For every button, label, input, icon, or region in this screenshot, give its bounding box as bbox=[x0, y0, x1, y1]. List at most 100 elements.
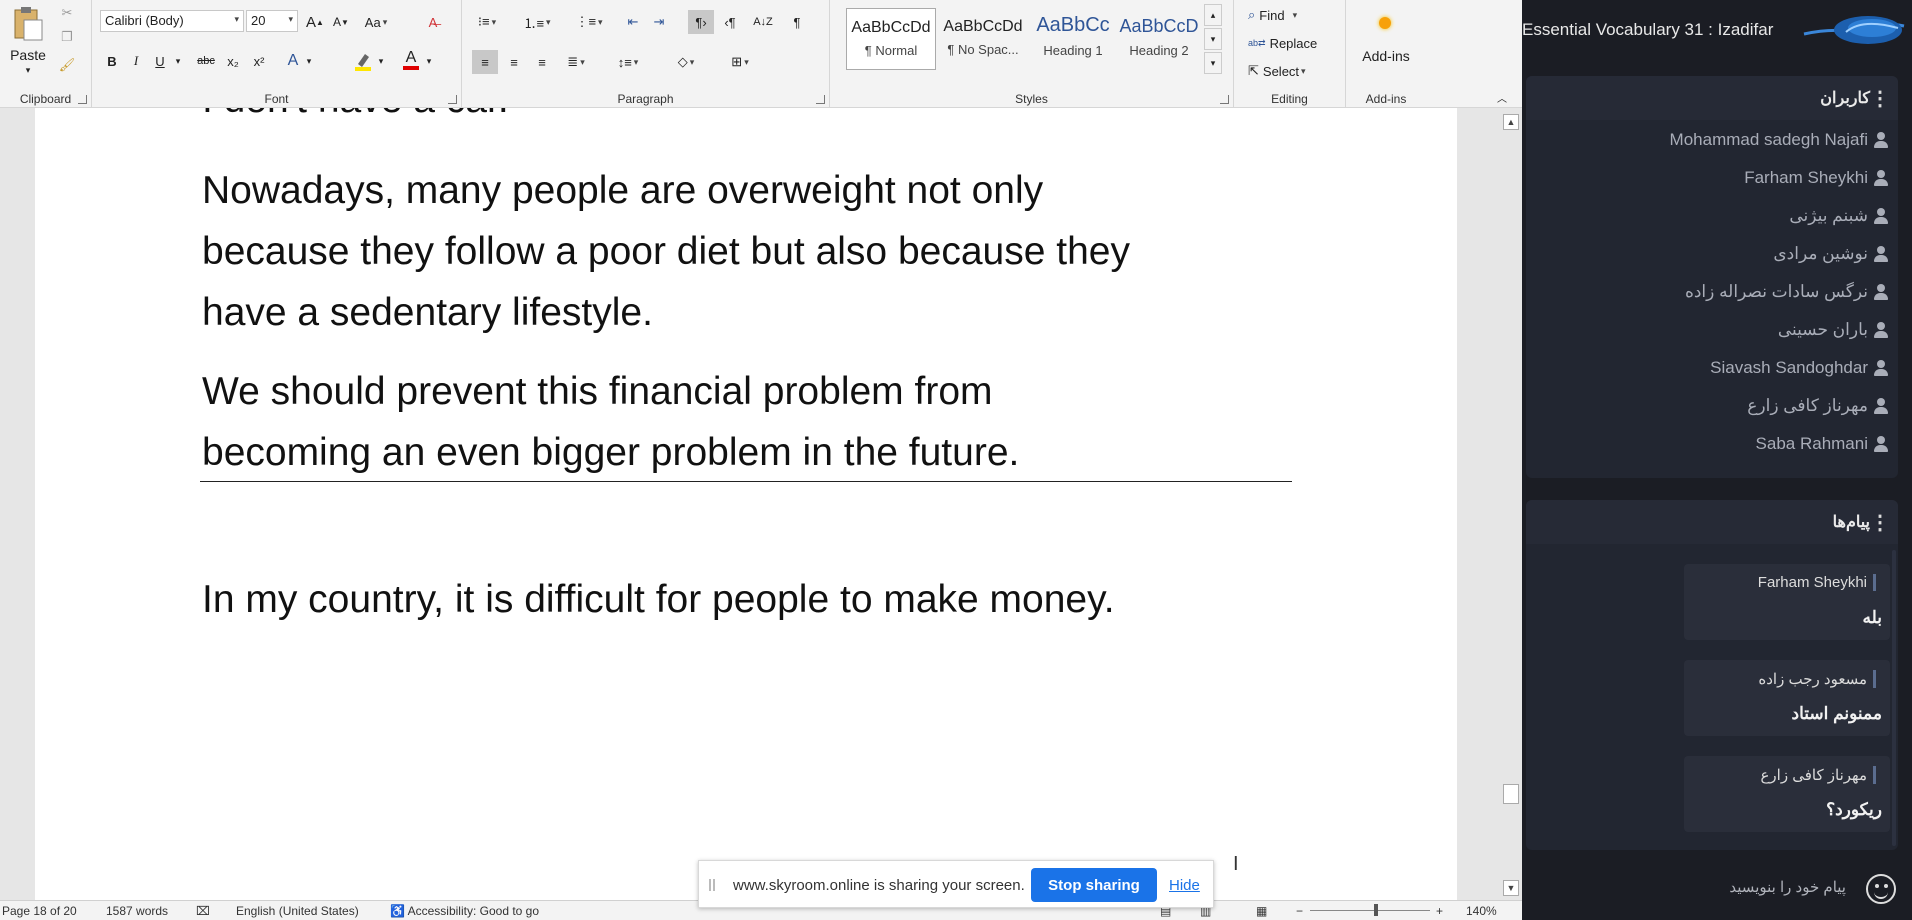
highlight-dropdown-icon[interactable]: ▾ bbox=[376, 50, 386, 72]
numbering-icon[interactable]: ⒈≡ ▾ bbox=[522, 12, 552, 32]
strikethrough-button[interactable]: abc bbox=[192, 50, 220, 72]
align-right-icon[interactable]: ≡ bbox=[530, 50, 554, 74]
accessibility-status[interactable]: ♿ Accessibility: Good to go bbox=[390, 904, 539, 918]
user-item[interactable]: شبنم بیژنی bbox=[1789, 204, 1888, 228]
kebab-menu-icon[interactable]: ⋮ bbox=[1870, 86, 1890, 111]
user-item[interactable]: باران حسینی bbox=[1778, 318, 1888, 342]
page-count[interactable]: Page 18 of 20 bbox=[2, 904, 77, 918]
font-size-dropdown[interactable]: 20 ▾ bbox=[246, 10, 298, 32]
borders-icon[interactable]: ⊞ ▾ bbox=[720, 50, 760, 74]
copy-icon[interactable]: ❐ bbox=[58, 28, 76, 46]
user-item[interactable]: Saba Rahmani bbox=[1756, 432, 1888, 456]
styles-scroll-down-icon[interactable]: ▾ bbox=[1204, 28, 1222, 50]
italic-button[interactable]: I bbox=[126, 50, 146, 72]
zoom-slider-thumb[interactable] bbox=[1374, 904, 1378, 916]
user-item[interactable]: Mohammad sadegh Najafi bbox=[1670, 128, 1888, 152]
replace-button[interactable]: ab⇄ Replace bbox=[1248, 32, 1338, 54]
web-layout-icon[interactable]: ▦ bbox=[1256, 904, 1267, 918]
cut-icon[interactable]: ✂ bbox=[58, 4, 76, 22]
highlight-button[interactable] bbox=[352, 50, 374, 72]
shading-icon[interactable]: ◇ ▾ bbox=[668, 50, 704, 74]
underline-button[interactable]: U bbox=[150, 50, 170, 72]
hide-link[interactable]: Hide bbox=[1169, 877, 1200, 894]
paste-button[interactable] bbox=[8, 4, 48, 44]
styles-more-icon[interactable]: ▾ bbox=[1204, 52, 1222, 74]
clipboard-launcher-icon[interactable] bbox=[78, 95, 87, 104]
font-color-bar bbox=[403, 66, 419, 70]
subscript-button[interactable]: x₂ bbox=[222, 50, 244, 72]
style-name: ¶ Normal bbox=[864, 43, 918, 58]
format-painter-icon[interactable]: 🖌 bbox=[58, 56, 76, 74]
user-icon bbox=[1874, 132, 1888, 148]
find-label: Find bbox=[1259, 7, 1285, 23]
font-color-dropdown-icon[interactable]: ▾ bbox=[424, 50, 434, 72]
styles-scroll-up-icon[interactable]: ▴ bbox=[1204, 4, 1222, 26]
paragraph-launcher-icon[interactable] bbox=[816, 95, 825, 104]
paste-dropdown-icon[interactable]: ▾ bbox=[22, 64, 34, 76]
font-name-dropdown[interactable]: Calibri (Body) ▾ bbox=[100, 10, 244, 32]
change-case-button[interactable]: Aa ▾ bbox=[358, 12, 394, 32]
bold-button[interactable]: B bbox=[102, 50, 122, 72]
kebab-menu-icon[interactable]: ⋮ bbox=[1870, 510, 1890, 535]
line-spacing-icon[interactable]: ↕≡ ▾ bbox=[610, 50, 646, 74]
zoom-slider[interactable] bbox=[1310, 910, 1430, 911]
align-center-icon[interactable]: ≡ bbox=[502, 50, 526, 74]
show-marks-button[interactable]: ¶ bbox=[786, 12, 808, 32]
addins-icon[interactable] bbox=[1374, 12, 1396, 34]
style-no-spacing[interactable]: AaBbCcDd ¶ No Spac... bbox=[938, 8, 1028, 70]
room-title: Essential Vocabulary 31 : Izadifar bbox=[1522, 20, 1774, 39]
skyroom-logo-icon bbox=[1803, 16, 1905, 44]
emoji-icon[interactable] bbox=[1866, 874, 1896, 904]
scroll-down-icon[interactable]: ▼ bbox=[1503, 880, 1519, 896]
user-item[interactable]: Farham Sheykhi bbox=[1744, 166, 1888, 190]
styles-launcher-icon[interactable] bbox=[1220, 95, 1229, 104]
ltr-direction-icon[interactable]: ¶› bbox=[688, 10, 714, 34]
bullets-icon[interactable]: ⁝≡ ▾ bbox=[472, 12, 502, 32]
grow-font-button[interactable]: A ▲ bbox=[304, 12, 326, 32]
align-left-icon[interactable]: ≡ bbox=[472, 50, 498, 74]
clear-formatting-icon[interactable]: A̶ bbox=[422, 12, 444, 32]
zoom-level[interactable]: 140% bbox=[1466, 904, 1497, 918]
zoom-out-icon[interactable]: − bbox=[1296, 904, 1303, 918]
zoom-in-icon[interactable]: + bbox=[1436, 904, 1443, 918]
user-item[interactable]: مهرناز کافی زارع bbox=[1747, 394, 1888, 418]
text-effects-button[interactable]: A bbox=[282, 50, 304, 72]
stop-sharing-button[interactable]: Stop sharing bbox=[1031, 868, 1157, 902]
document-page[interactable]: I don't have a car. Nowadays, many peopl… bbox=[35, 108, 1457, 900]
chat-input[interactable]: پیام خود را بنویسید bbox=[1522, 858, 1912, 920]
justify-icon[interactable]: ≣ ▾ bbox=[558, 50, 594, 74]
decrease-indent-icon[interactable]: ⇤ bbox=[622, 12, 644, 32]
user-item[interactable]: نرگس سادات نصراله زاده bbox=[1685, 280, 1888, 304]
sort-icon[interactable]: A↓Z bbox=[750, 12, 776, 32]
font-launcher-icon[interactable] bbox=[448, 95, 457, 104]
select-button[interactable]: ⇱ Select ▾ bbox=[1248, 60, 1338, 82]
language[interactable]: English (United States) bbox=[236, 904, 359, 918]
style-heading-1[interactable]: AaBbCc Heading 1 bbox=[1028, 8, 1118, 70]
word-count[interactable]: 1587 words bbox=[106, 904, 168, 918]
multilevel-list-icon[interactable]: ⋮≡ ▾ bbox=[572, 12, 606, 32]
replace-label: Replace bbox=[1269, 35, 1318, 51]
superscript-button[interactable]: x² bbox=[248, 50, 270, 72]
scroll-up-icon[interactable]: ▲ bbox=[1503, 114, 1519, 130]
rtl-direction-icon[interactable]: ‹¶ bbox=[718, 12, 742, 32]
vertical-scrollbar[interactable]: ▲ ▼ bbox=[1500, 108, 1522, 900]
users-panel-header: کاربران ⋮ bbox=[1526, 76, 1898, 120]
scroll-thumb[interactable] bbox=[1503, 784, 1519, 804]
chevron-down-icon: ▾ bbox=[234, 14, 239, 24]
shrink-font-button[interactable]: A ▼ bbox=[330, 12, 352, 32]
text-effects-dropdown-icon[interactable]: ▾ bbox=[304, 50, 314, 72]
find-button[interactable]: ⌕ Find ▾ bbox=[1248, 4, 1328, 26]
text-effects-icon: A bbox=[287, 52, 299, 69]
proofing-icon[interactable]: ⌧ bbox=[196, 904, 210, 918]
user-item[interactable]: نوشین مرادی bbox=[1773, 242, 1888, 266]
style-heading-2[interactable]: AaBbCcD Heading 2 bbox=[1118, 8, 1200, 70]
underline-dropdown-icon[interactable]: ▾ bbox=[172, 50, 184, 72]
messages-scrollbar[interactable] bbox=[1892, 550, 1896, 846]
font-color-button[interactable]: A bbox=[400, 48, 422, 72]
style-normal[interactable]: AaBbCcDd ¶ Normal bbox=[846, 8, 936, 70]
drag-handle-icon[interactable] bbox=[709, 879, 715, 891]
increase-indent-icon[interactable]: ⇥ bbox=[648, 12, 670, 32]
user-item[interactable]: Siavash Sandoghdar bbox=[1710, 356, 1888, 380]
clipboard-group: Paste ▾ ✂ ❐ 🖌 Clipboard bbox=[0, 0, 92, 108]
collapse-ribbon-icon[interactable]: ︿ bbox=[1494, 90, 1510, 105]
